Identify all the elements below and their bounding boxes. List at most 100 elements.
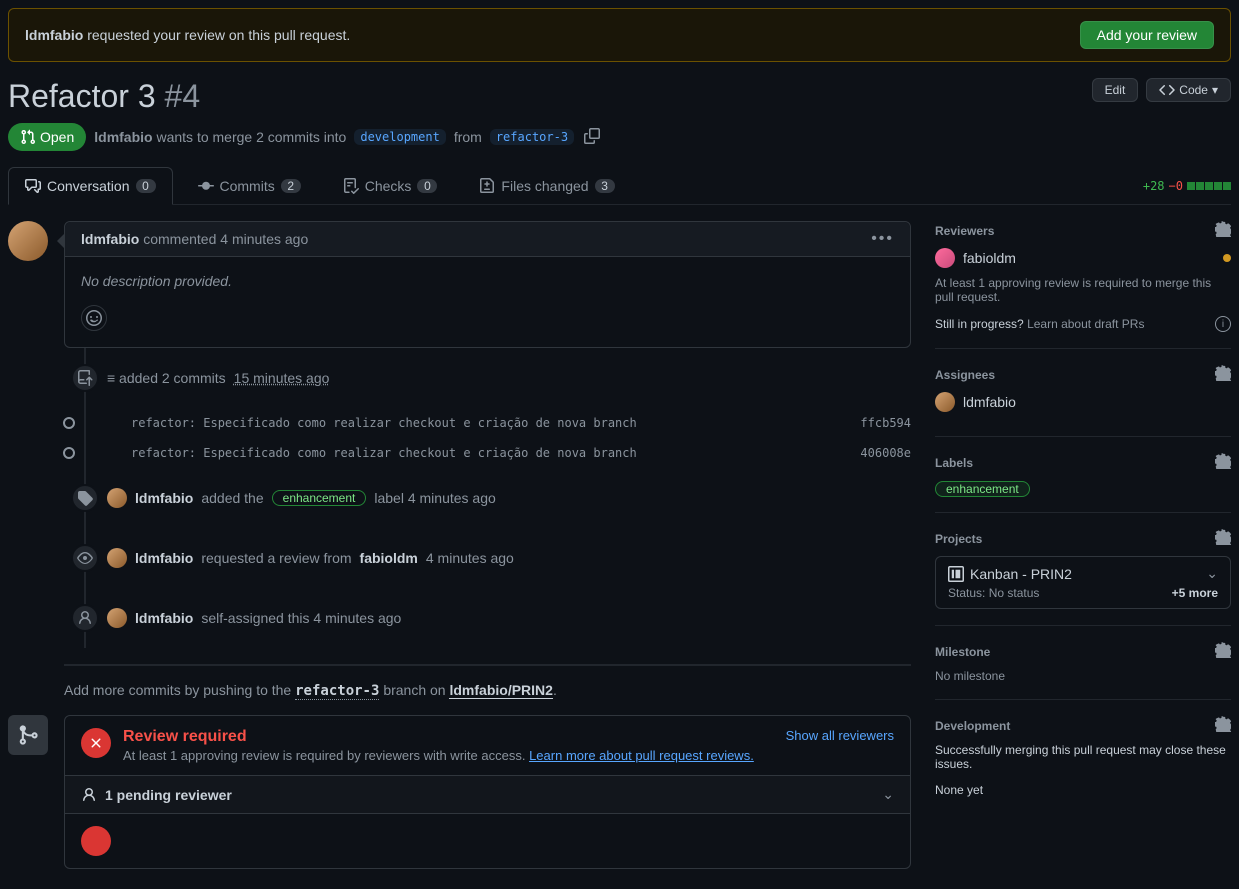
timeline-label-added: ldmfabio added the enhancement label 4 m… (71, 468, 911, 528)
commit-dot-icon (63, 447, 75, 459)
tabs: Conversation 0 Commits 2 Checks 0 Files … (8, 167, 632, 204)
add-review-button[interactable]: Add your review (1080, 21, 1214, 49)
timeline-commits-pushed: ≡ added 2 commits 15 minutes ago (71, 348, 911, 408)
merge-panel: Review required Show all reviewers At le… (64, 715, 911, 869)
avatar[interactable] (935, 248, 955, 268)
repo-link[interactable]: ldmfabio/PRIN2 (449, 682, 552, 699)
info-icon[interactable]: i (1215, 316, 1231, 332)
avatar[interactable] (8, 221, 48, 261)
sidebar-assignees: Assignees ldmfabio (935, 365, 1231, 437)
timeline-comment: ldmfabio commented 4 minutes ago ••• No … (8, 221, 911, 348)
avatar[interactable] (107, 608, 127, 628)
commit-sha[interactable]: 406008e (860, 446, 911, 460)
pending-status-dot (1223, 254, 1231, 262)
caret-down-icon: ▾ (1212, 83, 1218, 97)
edit-button[interactable]: Edit (1092, 78, 1139, 102)
gear-icon[interactable] (1215, 529, 1231, 548)
pr-meta-text: ldmfabio wants to merge 2 commits into (94, 129, 346, 145)
project-card[interactable]: Kanban - PRIN2 ⌄ Status: No status +5 mo… (935, 556, 1231, 609)
table-icon (948, 566, 964, 582)
copy-branch-button[interactable] (582, 126, 602, 149)
timeline-review-requested: ldmfabio requested a review from fabiold… (71, 528, 911, 588)
comment-discussion-icon (25, 178, 41, 194)
merge-blocked-section (65, 814, 910, 868)
tabs-bar: Conversation 0 Commits 2 Checks 0 Files … (8, 167, 1231, 205)
code-icon (1159, 82, 1175, 98)
comment-box: ldmfabio commented 4 minutes ago ••• No … (64, 221, 911, 348)
sidebar-labels: Labels enhancement (935, 453, 1231, 513)
label-enhancement[interactable]: enhancement (935, 481, 1030, 497)
push-hint: Add more commits by pushing to the refac… (64, 682, 911, 699)
banner-text: ldmfabio requested your review on this p… (25, 27, 350, 43)
head-branch[interactable]: refactor-3 (490, 129, 574, 145)
tab-commits[interactable]: Commits 2 (181, 167, 318, 204)
eye-icon (71, 544, 99, 572)
pending-reviewer-row[interactable]: 1 pending reviewer ⌄ (65, 776, 910, 814)
review-required-section: Review required Show all reviewers At le… (65, 716, 910, 776)
review-request-banner: ldmfabio requested your review on this p… (8, 8, 1231, 62)
pr-header: Refactor 3 #4 Edit Code ▾ (8, 78, 1231, 115)
pr-meta: Open ldmfabio wants to merge 2 commits i… (8, 123, 1231, 151)
sidebar: Reviewers fabioldm At least 1 approving … (935, 221, 1231, 869)
comment-author[interactable]: ldmfabio (81, 231, 139, 247)
gear-icon[interactable] (1215, 642, 1231, 661)
git-commit-icon (198, 178, 214, 194)
tab-checks[interactable]: Checks 0 (326, 167, 455, 204)
avatar[interactable] (107, 488, 127, 508)
label-enhancement[interactable]: enhancement (272, 490, 367, 506)
gear-icon[interactable] (1215, 221, 1231, 240)
repo-push-icon (71, 364, 99, 392)
tab-conversation[interactable]: Conversation 0 (8, 167, 173, 204)
checklist-icon (343, 178, 359, 194)
show-all-reviewers-link[interactable]: Show all reviewers (786, 728, 894, 746)
code-dropdown-button[interactable]: Code ▾ (1146, 78, 1231, 102)
commit-dot-icon (63, 417, 75, 429)
banner-author: ldmfabio (25, 27, 83, 43)
comment-body: No description provided. (65, 257, 910, 305)
chevron-down-icon: ⌄ (882, 786, 894, 803)
smiley-icon (86, 310, 102, 326)
comment-menu-button[interactable]: ••• (871, 230, 894, 248)
layout: ldmfabio commented 4 minutes ago ••• No … (8, 221, 1231, 869)
x-circle-icon (81, 728, 111, 758)
main-column: ldmfabio commented 4 minutes ago ••• No … (8, 221, 911, 869)
project-more-link[interactable]: +5 more (1172, 586, 1218, 600)
file-diff-icon (479, 178, 495, 194)
reviewer-row: fabioldm (935, 248, 1231, 268)
gear-icon[interactable] (1215, 365, 1231, 384)
merge-area: Review required Show all reviewers At le… (8, 715, 911, 869)
commit-row: refactor: Especificado como realizar che… (110, 438, 911, 468)
draft-pr-link[interactable]: Learn about draft PRs (1027, 317, 1144, 331)
diff-blocks (1187, 182, 1231, 190)
pr-state-badge: Open (8, 123, 86, 151)
copy-icon (584, 128, 600, 144)
gear-icon[interactable] (1215, 716, 1231, 735)
learn-more-reviews-link[interactable]: Learn more about pull request reviews. (529, 748, 754, 763)
git-pull-request-icon (20, 129, 36, 145)
commit-row: refactor: Especificado como realizar che… (110, 408, 911, 438)
diffstat: +28 −0 (1143, 179, 1231, 193)
divider (64, 664, 911, 666)
sidebar-projects: Projects Kanban - PRIN2 ⌄ Status: No sta… (935, 529, 1231, 626)
sidebar-development: Development Successfully merging this pu… (935, 716, 1231, 813)
git-merge-icon (8, 715, 48, 755)
avatar[interactable] (107, 548, 127, 568)
chevron-down-icon: ⌄ (1206, 565, 1218, 582)
base-branch[interactable]: development (354, 129, 445, 145)
person-icon (71, 604, 99, 632)
pr-number: #4 (165, 78, 201, 114)
tag-icon (71, 484, 99, 512)
pr-title: Refactor 3 #4 (8, 78, 200, 115)
timeline-self-assigned: ldmfabio self-assigned this 4 minutes ag… (71, 588, 911, 648)
tab-files-changed[interactable]: Files changed 3 (462, 167, 631, 204)
pr-header-actions: Edit Code ▾ (1092, 78, 1231, 102)
commits-time-link[interactable]: 15 minutes ago (234, 370, 330, 386)
gear-icon[interactable] (1215, 453, 1231, 472)
person-icon (81, 787, 97, 803)
sidebar-milestone: Milestone No milestone (935, 642, 1231, 700)
commit-sha[interactable]: ffcb594 (860, 416, 911, 430)
add-reaction-button[interactable] (81, 305, 107, 331)
x-circle-icon (81, 826, 111, 856)
sidebar-reviewers: Reviewers fabioldm At least 1 approving … (935, 221, 1231, 349)
avatar[interactable] (935, 392, 955, 412)
